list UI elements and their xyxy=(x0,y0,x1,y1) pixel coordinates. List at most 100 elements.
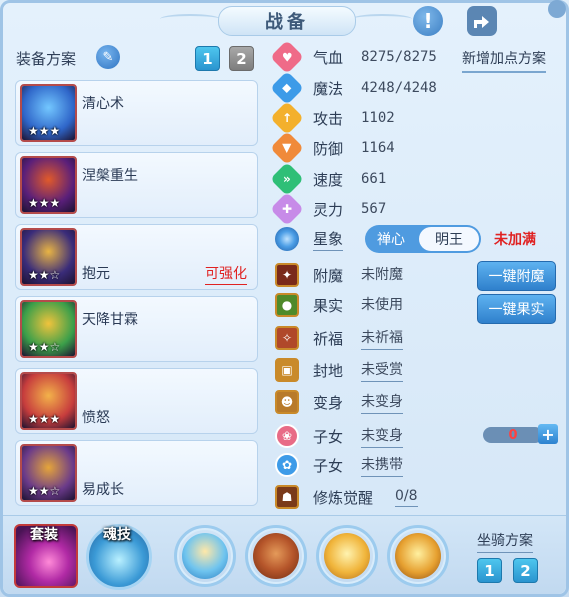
heart-icon: ♥ xyxy=(270,40,304,74)
action-row: ☻ 变身 未变身 xyxy=(275,389,403,415)
stat-name: 气血 xyxy=(313,48,344,67)
one-click-fruit-button[interactable]: 一键果实 xyxy=(477,294,556,324)
child-value[interactable]: 未变身 xyxy=(361,425,403,448)
equip-plan-1-button[interactable]: 1 xyxy=(195,46,220,71)
title-ornament-left xyxy=(160,14,220,24)
equipment-card[interactable]: ★★☆ 抱元 可强化 xyxy=(15,224,258,290)
share-icon[interactable] xyxy=(467,6,497,36)
equipment-name: 愤怒 xyxy=(82,410,110,426)
enhance-available-tag[interactable]: 可强化 xyxy=(205,263,247,285)
paw-icon: ✿ xyxy=(275,453,299,477)
stat-value: 661 xyxy=(361,171,387,187)
defense-icon: ▼ xyxy=(270,131,304,165)
stat-row: ✚ 灵力 567 xyxy=(270,192,387,226)
star-sign-icon xyxy=(275,227,299,251)
equipment-stars: ★★☆ xyxy=(28,340,61,354)
action-value: 未使用 xyxy=(361,297,403,313)
companion-orb-3[interactable] xyxy=(316,525,378,587)
equip-plan-label: 装备方案 xyxy=(16,50,77,68)
equipment-name: 涅槃重生 xyxy=(82,168,138,184)
fruit-icon: ● xyxy=(275,293,299,317)
action-name: 封地 xyxy=(313,361,344,380)
equipment-icon: ★★☆ xyxy=(20,300,77,358)
stat-row: ♥ 气血 8275/8275 xyxy=(270,40,437,74)
equipment-name: 天降甘霖 xyxy=(82,312,138,328)
star-option-chanxin[interactable]: 禅心 xyxy=(365,225,417,253)
equipment-name: 清心术 xyxy=(82,96,124,112)
alert-icon[interactable]: ! xyxy=(413,6,443,36)
action-value[interactable]: 未祈福 xyxy=(361,327,403,350)
page-title: 战备 xyxy=(218,6,356,36)
child-count-stepper[interactable]: 0 xyxy=(483,427,543,443)
cultivation-row: ☗ 修炼觉醒 0/8 xyxy=(275,484,418,510)
equipment-card[interactable]: ★★★ 清心术 xyxy=(15,80,258,146)
spirit-icon: ✚ xyxy=(270,192,304,226)
stat-row: ▼ 防御 1164 xyxy=(270,131,395,165)
action-name: 变身 xyxy=(313,393,344,412)
child-value[interactable]: 未携带 xyxy=(361,454,403,477)
add-plan-button[interactable]: 新增加点方案 xyxy=(462,48,546,73)
stat-value: 1164 xyxy=(361,140,395,156)
star-option-mingwang[interactable]: 明王 xyxy=(419,227,479,251)
stat-name: 魔法 xyxy=(313,79,344,98)
child-pink-icon: ❀ xyxy=(275,424,299,448)
mount-plan-1-button[interactable]: 1 xyxy=(477,558,502,583)
cultivation-icon: ☗ xyxy=(275,485,299,509)
companion-orb-2[interactable] xyxy=(245,525,307,587)
equipment-card[interactable]: ★★☆ 易成长 xyxy=(15,440,258,506)
cultivation-label: 修炼觉醒 xyxy=(313,488,374,507)
equipment-name: 抱元 xyxy=(82,266,110,282)
companion-orb-1[interactable] xyxy=(174,525,236,587)
stat-name: 灵力 xyxy=(313,200,344,219)
equipment-stars: ★★★ xyxy=(28,124,61,138)
plus-icon[interactable]: + xyxy=(538,424,558,444)
child-row: ✿ 子女 未携带 xyxy=(275,452,403,478)
enchant-icon: ✦ xyxy=(275,263,299,287)
stat-row: ↑ 攻击 1102 xyxy=(270,101,395,135)
star-sign-row: 星象 xyxy=(275,226,344,252)
title-ornament-right xyxy=(352,14,412,24)
fief-icon: ▣ xyxy=(275,358,299,382)
one-click-enchant-button[interactable]: 一键附魔 xyxy=(477,261,556,291)
stat-value: 8275/8275 xyxy=(361,49,437,65)
equipment-stars: ★★★ xyxy=(28,196,61,210)
action-value[interactable]: 未受赏 xyxy=(361,359,403,382)
equipment-icon: ★★☆ xyxy=(20,444,77,502)
equipment-card[interactable]: ★★☆ 天降甘霖 xyxy=(15,296,258,362)
transform-icon: ☻ xyxy=(275,390,299,414)
equipment-card[interactable]: ★★★ 愤怒 xyxy=(15,368,258,434)
action-value[interactable]: 未变身 xyxy=(361,391,403,414)
equip-plan-2-button[interactable]: 2 xyxy=(229,46,254,71)
action-name: 果实 xyxy=(313,296,344,315)
stat-row: » 速度 661 xyxy=(270,162,387,196)
star-sign-label[interactable]: 星象 xyxy=(313,228,344,251)
pencil-icon[interactable]: ✎ xyxy=(96,45,120,69)
equipment-card[interactable]: ★★★ 涅槃重生 xyxy=(15,152,258,218)
equipment-name: 易成长 xyxy=(82,482,124,498)
equipment-icon: ★★★ xyxy=(20,372,77,430)
child-row: ❀ 子女 未变身 xyxy=(275,423,403,449)
mount-plan-2-button[interactable]: 2 xyxy=(513,558,538,583)
star-sign-toggle[interactable]: 禅心 明王 xyxy=(365,225,481,253)
corner-ornament-icon xyxy=(548,0,566,18)
companion-orb-4[interactable] xyxy=(387,525,449,587)
action-name: 祈福 xyxy=(313,329,344,348)
stat-name: 防御 xyxy=(313,139,344,158)
action-value: 未附魔 xyxy=(361,267,403,283)
bless-icon: ✧ xyxy=(275,326,299,350)
stat-value: 1102 xyxy=(361,110,395,126)
mount-plan-label: 坐骑方案 xyxy=(477,530,533,553)
equipment-icon: ★★★ xyxy=(20,84,77,142)
stat-row: ◆ 魔法 4248/4248 xyxy=(270,71,437,105)
soul-skill-label: 魂技 xyxy=(103,527,131,543)
action-row: ✧ 祈福 未祈福 xyxy=(275,325,403,351)
stat-value: 4248/4248 xyxy=(361,80,437,96)
equipment-stars: ★★☆ xyxy=(28,484,61,498)
action-row: ▣ 封地 未受赏 xyxy=(275,357,403,383)
action-row: ● 果实 未使用 xyxy=(275,292,403,318)
equipment-stars: ★★☆ xyxy=(28,268,61,282)
stat-value: 567 xyxy=(361,201,387,217)
cultivation-value[interactable]: 0/8 xyxy=(395,488,418,507)
suit-label: 套装 xyxy=(30,527,58,543)
equipment-icon: ★★★ xyxy=(20,156,77,214)
